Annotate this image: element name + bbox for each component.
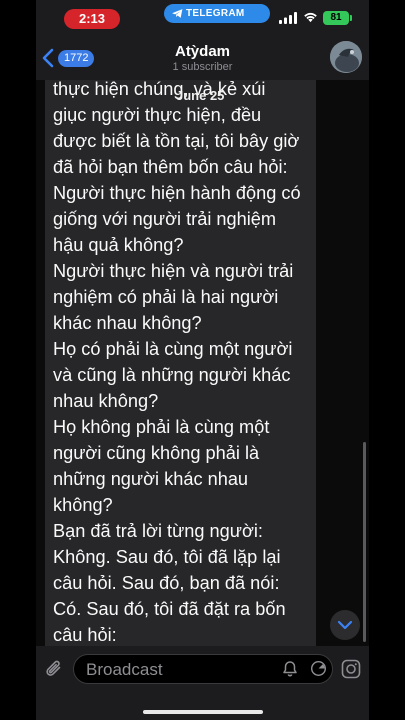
- scroll-down-button[interactable]: [330, 610, 360, 640]
- status-time: 2:13: [64, 9, 120, 29]
- message-line: không?: [53, 495, 113, 515]
- chevron-down-icon: [337, 620, 353, 630]
- message-line: giục người thực hiện, đều: [53, 105, 262, 125]
- message-line: hậu quả không?: [53, 235, 184, 255]
- right-pillarbox: [369, 0, 405, 720]
- message-line: giống với người trải nghiệm: [53, 209, 277, 229]
- instagram-icon[interactable]: [341, 659, 361, 679]
- timer-icon[interactable]: [310, 660, 327, 677]
- left-pillarbox: [0, 0, 36, 720]
- signal-icon: [279, 12, 297, 24]
- message-line: những người khác nhau: [53, 469, 249, 489]
- message-line: câu hỏi. Sau đó, bạn đã nói:: [53, 573, 280, 593]
- message-line: người cũng không phải là: [53, 443, 260, 463]
- message-line: và cũng là những người khác: [53, 365, 291, 385]
- message-line: Bạn đã trả lời từng người:: [53, 521, 263, 541]
- message-line: Họ có phải là cùng một người: [53, 339, 293, 359]
- message-line: câu hỏi:: [53, 625, 117, 645]
- battery-indicator: 81: [323, 11, 352, 25]
- message-line: Họ không phải là cùng một: [53, 417, 270, 437]
- message-text: thực hiện chúng, và kẻ xúi giục người thự…: [53, 80, 315, 646]
- subscriber-count: 1 subscriber: [172, 61, 233, 73]
- message-line: Người thực hiện và người trải: [53, 261, 294, 281]
- scrollbar[interactable]: [363, 442, 366, 642]
- message-line: khác nhau không?: [53, 313, 202, 333]
- channel-avatar[interactable]: [330, 41, 362, 73]
- message-line: Có. Sau đó, tôi đã đặt ra bốn: [53, 599, 286, 619]
- telegram-pill-label: TELEGRAM: [186, 8, 245, 19]
- date-chip: June 25: [176, 88, 225, 103]
- input-bar: [36, 646, 369, 720]
- avatar-image: [330, 41, 362, 73]
- wifi-icon: [304, 12, 317, 23]
- message-line: Không. Sau đó, tôi đã lặp lại: [53, 547, 281, 567]
- telegram-icon: [172, 9, 183, 18]
- phone-screen: 2:13 TELEGRAM 81 1772 Atỳdam 1 subscribe…: [36, 0, 369, 720]
- channel-header: 1772 Atỳdam 1 subscriber: [36, 36, 369, 80]
- paperclip-icon[interactable]: [44, 658, 64, 680]
- message-line: Người thực hiện hành động có: [53, 183, 301, 203]
- message-line: được biết là tồn tại, tôi bây giờ: [53, 131, 300, 151]
- message-line: nghiệm có phải là hai người: [53, 287, 279, 307]
- broadcast-input[interactable]: [84, 659, 268, 681]
- message-line: nhau không?: [53, 391, 159, 411]
- home-indicator[interactable]: [143, 710, 263, 714]
- status-bar: 2:13 TELEGRAM 81: [36, 0, 369, 36]
- bell-icon[interactable]: [282, 660, 298, 678]
- channel-title[interactable]: Atỳdam: [36, 43, 369, 60]
- message-list[interactable]: June 25 thực hiện chúng, và kẻ xúi giục n…: [36, 80, 369, 646]
- telegram-pill[interactable]: TELEGRAM: [164, 4, 270, 23]
- message-line: đã hỏi bạn thêm bốn câu hỏi:: [53, 157, 288, 177]
